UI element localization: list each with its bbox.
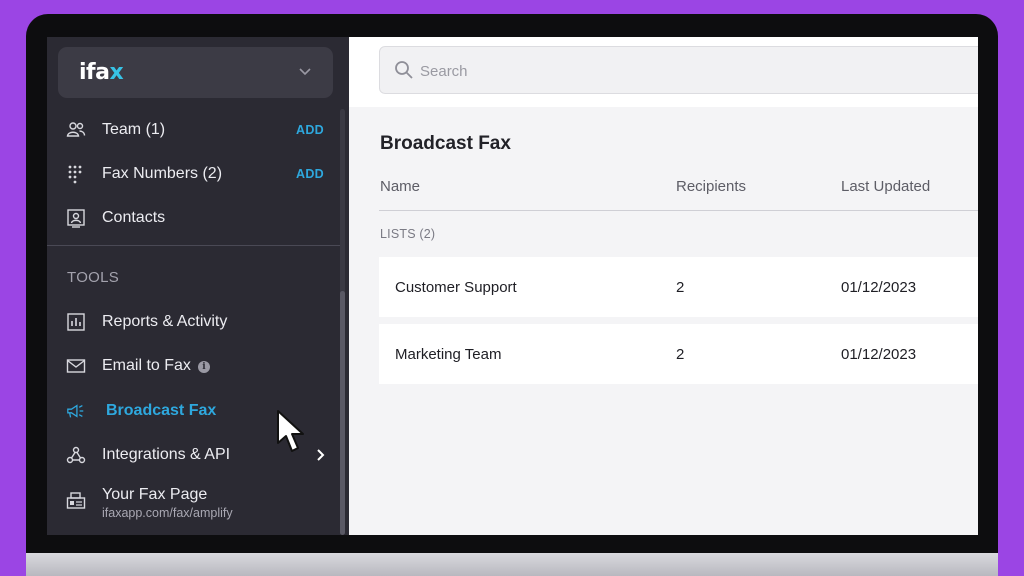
sidebar-item-label: Reports & Activity xyxy=(102,313,228,330)
dialpad-icon xyxy=(68,165,82,184)
list-last-updated: 01/12/2023 xyxy=(841,346,917,363)
list-recipients: 2 xyxy=(676,346,685,363)
sidebar-item-label: Integrations & API xyxy=(102,446,231,463)
contacts-icon xyxy=(67,209,85,228)
info-icon[interactable]: i xyxy=(197,361,210,373)
envelope-icon xyxy=(66,359,86,373)
fax-page-url[interactable]: ifaxapp.com/fax/amplify xyxy=(102,506,233,520)
column-header-last-updated[interactable]: Last Updated xyxy=(841,178,930,195)
sidebar-item-label: Email to Fax i xyxy=(102,357,210,375)
chevron-right-icon xyxy=(317,449,325,461)
main-content: Broadcast Fax Name Recipients Last Updat… xyxy=(349,37,978,535)
sidebar-item-team[interactable]: Team (1) ADD xyxy=(47,112,349,148)
sidebar-item-reports[interactable]: Reports & Activity xyxy=(47,304,349,340)
sidebar-item-label: Team (1) xyxy=(102,121,166,138)
search-icon xyxy=(395,61,413,79)
mouse-cursor-icon xyxy=(277,410,304,452)
add-team-button[interactable]: ADD xyxy=(296,123,324,137)
sidebar-item-contacts[interactable]: Contacts xyxy=(47,200,349,236)
sidebar-item-your-fax-page[interactable]: Your Fax Page ifaxapp.com/fax/amplify xyxy=(47,477,349,523)
tools-section-title: TOOLS xyxy=(67,269,120,286)
sidebar-item-label: Your Fax Page xyxy=(102,486,208,503)
team-icon xyxy=(66,122,86,137)
sidebar-item-label: Contacts xyxy=(102,209,166,226)
lists-group-label: LISTS (2) xyxy=(380,227,436,241)
chevron-down-icon xyxy=(299,68,311,76)
column-header-recipients[interactable]: Recipients xyxy=(676,178,746,195)
sidebar-scrollbar[interactable] xyxy=(340,109,345,535)
sidebar-item-fax-numbers[interactable]: Fax Numbers (2) ADD xyxy=(47,156,349,192)
account-switcher[interactable]: ifax xyxy=(58,47,333,98)
webhook-icon xyxy=(66,446,86,464)
add-fax-number-button[interactable]: ADD xyxy=(296,167,324,181)
sidebar-item-label: Broadcast Fax xyxy=(106,402,217,419)
fax-machine-icon xyxy=(66,492,86,509)
search-bar[interactable] xyxy=(379,46,978,94)
top-bar xyxy=(349,37,978,107)
sidebar: ifax Team (1) ADD Fax Numbers (2) ADD Co… xyxy=(47,37,349,535)
sidebar-item-label: Fax Numbers (2) xyxy=(102,165,223,182)
sidebar-item-email-to-fax[interactable]: Email to Fax i xyxy=(47,348,349,384)
ifax-logo: ifax xyxy=(79,60,124,85)
page-title: Broadcast Fax xyxy=(380,133,511,154)
list-last-updated: 01/12/2023 xyxy=(841,279,917,296)
sidebar-divider xyxy=(47,245,341,246)
column-header-name[interactable]: Name xyxy=(380,178,420,195)
table-row[interactable]: Marketing Team 2 01/12/2023 xyxy=(379,324,978,384)
list-recipients: 2 xyxy=(676,279,685,296)
header-divider xyxy=(379,210,978,211)
list-name: Customer Support xyxy=(395,279,517,296)
table-row[interactable]: Customer Support 2 01/12/2023 xyxy=(379,257,978,317)
search-input[interactable] xyxy=(420,59,820,83)
app-window: ifax Team (1) ADD Fax Numbers (2) ADD Co… xyxy=(47,37,978,535)
list-name: Marketing Team xyxy=(395,346,502,363)
chart-icon xyxy=(67,313,85,331)
scrollbar-thumb[interactable] xyxy=(340,291,345,535)
megaphone-icon xyxy=(67,404,84,418)
laptop-base xyxy=(26,553,998,576)
